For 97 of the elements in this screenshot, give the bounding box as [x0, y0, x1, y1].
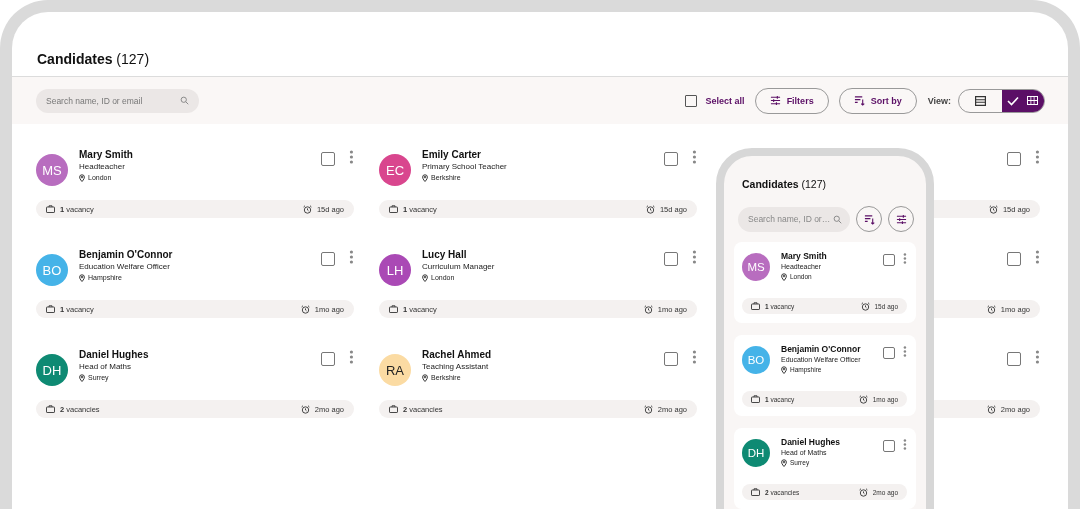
job-title: Headteacher	[79, 161, 126, 172]
avatar: MS	[742, 253, 770, 281]
more-options-icon[interactable]	[692, 250, 697, 264]
checkbox[interactable]	[883, 254, 896, 266]
search-icon	[180, 96, 189, 105]
candidate-name: Rachel Ahmed	[422, 349, 493, 361]
avatar: BO	[742, 346, 770, 374]
candidate-name: Benjamin O'Connor	[781, 344, 862, 355]
location-pin-icon	[781, 459, 787, 467]
more-options-icon[interactable]	[1035, 350, 1040, 364]
sort-icon	[863, 213, 875, 225]
location-pin-icon	[79, 373, 85, 382]
job-title: Head of Maths	[79, 361, 133, 372]
candidate-name: Mary Smith	[781, 251, 828, 262]
more-options-icon[interactable]	[903, 253, 907, 264]
job-title: Teaching Assistant	[422, 361, 490, 372]
view-label: View:	[927, 95, 951, 106]
more-options-icon[interactable]	[349, 350, 354, 364]
avatar: BO	[36, 254, 68, 286]
select-all-label[interactable]: Select all	[705, 95, 745, 106]
more-options-icon[interactable]	[903, 346, 907, 357]
job-title: Primary School Teacher	[422, 161, 508, 172]
checkbox[interactable]	[883, 440, 896, 452]
briefcase-icon	[46, 305, 55, 313]
more-options-icon[interactable]	[903, 439, 907, 450]
sliders-icon	[895, 213, 907, 225]
checkbox[interactable]	[664, 152, 679, 166]
briefcase-icon	[751, 302, 760, 310]
location-pin-icon	[422, 273, 428, 282]
avatar: EC	[379, 154, 411, 186]
checkbox[interactable]	[1007, 252, 1022, 266]
alarm-clock-icon	[302, 204, 312, 214]
more-options-icon[interactable]	[692, 350, 697, 364]
search-field[interactable]: Search name, ID or…	[738, 206, 850, 232]
page-title: Candidates (127)	[37, 51, 150, 67]
avatar: DH	[36, 354, 68, 386]
alarm-clock-icon	[986, 304, 996, 314]
sliders-icon	[769, 95, 781, 106]
candidate-name: Mary Smith	[79, 149, 134, 161]
grid-view-button[interactable]	[1001, 89, 1044, 112]
location-pin-icon	[422, 173, 428, 182]
alarm-clock-icon	[988, 204, 998, 214]
search-input[interactable]: Search name, ID or email	[46, 95, 180, 106]
checkbox[interactable]	[1007, 152, 1022, 166]
avatar: DH	[742, 439, 770, 467]
avatar: MS	[36, 154, 68, 186]
alarm-clock-icon	[643, 404, 653, 414]
more-options-icon[interactable]	[1035, 250, 1040, 264]
job-title: Education Welfare Officer	[79, 261, 171, 272]
checkbox[interactable]	[664, 352, 679, 366]
checkbox[interactable]	[321, 352, 336, 366]
checkbox[interactable]	[883, 347, 896, 359]
candidate-name: Emily Carter	[422, 149, 482, 161]
briefcase-icon	[389, 205, 398, 213]
grid-view-icon	[1027, 96, 1039, 105]
more-options-icon[interactable]	[349, 250, 354, 264]
alarm-clock-icon	[858, 487, 868, 497]
checkbox[interactable]	[664, 252, 679, 266]
location-pin-icon	[422, 373, 428, 382]
alarm-clock-icon	[643, 304, 653, 314]
candidate-name: Lucy Hall	[422, 249, 468, 261]
select-all-checkbox[interactable]	[684, 94, 697, 107]
location-pin-icon	[781, 366, 787, 374]
candidate-name: Benjamin O'Connor	[79, 249, 174, 261]
avatar: RA	[379, 354, 411, 386]
location-pin-icon	[79, 273, 85, 282]
job-title: Curriculum Manager	[422, 261, 496, 272]
checkbox[interactable]	[321, 252, 336, 266]
briefcase-icon	[389, 405, 398, 413]
briefcase-icon	[46, 405, 55, 413]
briefcase-icon	[751, 488, 760, 496]
avatar: LH	[379, 254, 411, 286]
check-icon	[1007, 95, 1020, 106]
alarm-clock-icon	[860, 301, 870, 311]
more-options-icon[interactable]	[1035, 150, 1040, 164]
search-icon	[833, 214, 842, 224]
candidate-name: Daniel Hughes	[79, 349, 150, 361]
search-input[interactable]: Search name, ID or…	[748, 214, 833, 224]
more-options-icon[interactable]	[349, 150, 354, 164]
search-field[interactable]: Search name, ID or email	[36, 88, 199, 113]
checkbox[interactable]	[1007, 352, 1022, 366]
briefcase-icon	[751, 395, 760, 403]
more-options-icon[interactable]	[692, 150, 697, 164]
location-pin-icon	[781, 273, 787, 281]
briefcase-icon	[46, 205, 55, 213]
briefcase-icon	[389, 305, 398, 313]
page-title: Candidates (127)	[742, 178, 828, 190]
sort-icon	[853, 95, 865, 106]
alarm-clock-icon	[858, 394, 868, 404]
checkbox[interactable]	[321, 152, 336, 166]
alarm-clock-icon	[300, 304, 310, 314]
candidate-name: Daniel Hughes	[781, 437, 842, 448]
table-view-icon	[974, 95, 986, 106]
location-pin-icon	[79, 173, 85, 182]
alarm-clock-icon	[986, 404, 996, 414]
alarm-clock-icon	[645, 204, 655, 214]
alarm-clock-icon	[300, 404, 310, 414]
